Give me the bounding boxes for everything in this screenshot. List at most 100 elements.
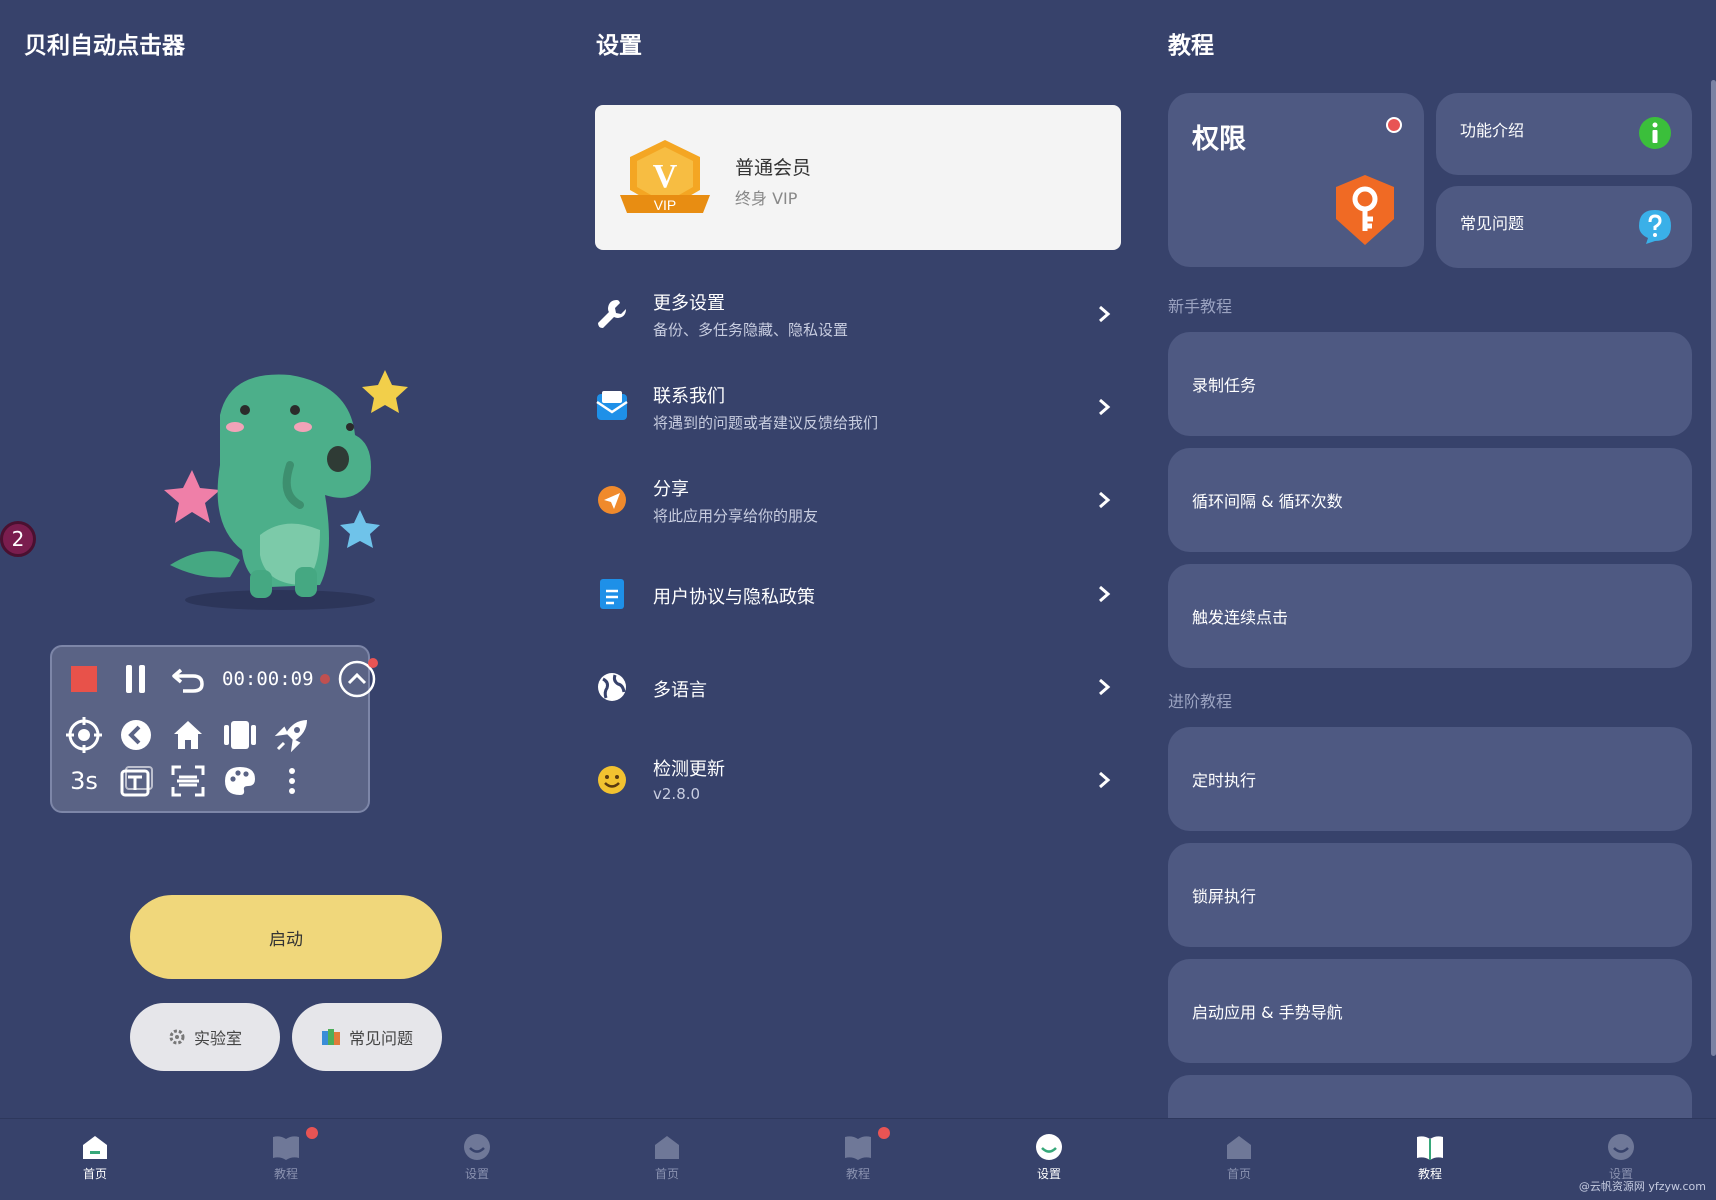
collapse-toggle-button[interactable]	[338, 658, 378, 698]
record-timer: 00:00:09	[222, 668, 314, 690]
nav-label: 教程	[1417, 1167, 1442, 1181]
recent-apps-icon[interactable]	[218, 715, 262, 755]
nav-label: 教程	[273, 1167, 298, 1181]
settings-item-contact-us[interactable]: 联系我们 将遇到的问题或者建议反馈给我们	[595, 368, 1121, 448]
notification-dot	[306, 1127, 318, 1139]
settings-item-title: 用户协议与隐私政策	[653, 587, 815, 608]
svg-text:VIP: VIP	[654, 197, 677, 213]
beginner-section-label: 新手教程	[1168, 297, 1233, 316]
nav-home[interactable]: 首页	[1199, 1133, 1279, 1193]
watermark: @云帆资源网 yfzyw.com	[1578, 1180, 1706, 1193]
settings-item-agreement[interactable]: 用户协议与隐私政策	[595, 555, 1121, 635]
globe-icon	[598, 673, 626, 701]
scan-icon[interactable]	[166, 761, 210, 801]
tutorial-item-partial[interactable]	[1168, 1075, 1692, 1118]
page-title: 设置	[596, 33, 642, 59]
lab-button[interactable]: 实验室	[130, 1003, 280, 1071]
home-tab-icon	[83, 1136, 107, 1159]
tutorial-item[interactable]: 启动应用 & 手势导航	[1168, 959, 1692, 1063]
tutorial-item[interactable]: 定时执行	[1168, 727, 1692, 831]
settings-item-check-update[interactable]: 检测更新 v2.8.0	[595, 741, 1121, 821]
book-tab-icon	[1417, 1136, 1443, 1160]
settings-item-more-settings[interactable]: 更多设置 备份、多任务隐藏、隐私设置	[595, 275, 1121, 355]
chevron-right-icon	[1099, 491, 1111, 509]
nav-label: 设置	[1036, 1167, 1061, 1181]
book-tab-icon	[845, 1136, 871, 1160]
document-icon	[600, 579, 624, 609]
home-tab-icon	[655, 1136, 679, 1159]
faq-card[interactable]: 常见问题	[1436, 186, 1692, 268]
target-icon[interactable]	[62, 715, 106, 755]
text-recognition-icon[interactable]	[114, 761, 158, 801]
tutorial-item[interactable]: 触发连续点击	[1168, 564, 1692, 668]
chevron-right-icon	[1099, 398, 1111, 416]
settings-item-share[interactable]: 分享 将此应用分享给你的朋友	[595, 461, 1121, 541]
nav-home[interactable]: 首页	[55, 1133, 135, 1193]
start-button[interactable]: 启动	[130, 895, 442, 979]
nav-tutorial[interactable]: 教程	[1390, 1133, 1470, 1193]
settings-item-title: 更多设置	[653, 293, 725, 314]
pause-icon[interactable]	[114, 659, 158, 699]
share-icon	[598, 486, 626, 514]
notification-dot	[367, 658, 378, 668]
tutorial-pane: 教程 权限 功能介绍 常见问题 新手教程 录制任务 循环间隔 & 循环次数 触发…	[1144, 0, 1716, 1118]
permission-title: 权限	[1192, 124, 1246, 155]
tutorial-item[interactable]: 录制任务	[1168, 332, 1692, 436]
nav-settings[interactable]: 设置	[437, 1133, 517, 1193]
smile-tab-icon	[1608, 1134, 1634, 1160]
feature-intro-label: 功能介绍	[1460, 121, 1525, 140]
svg-text:V: V	[653, 158, 678, 195]
version-label: v2.8.0	[653, 785, 701, 803]
smile-tab-icon	[1036, 1134, 1062, 1160]
scrollbar[interactable]	[1711, 80, 1716, 1056]
vip-title: 普通会员	[735, 157, 812, 179]
chevron-right-icon	[1099, 678, 1111, 696]
settings-item-subtitle: 将遇到的问题或者建议反馈给我们	[653, 414, 879, 432]
settings-item-language[interactable]: 多语言	[595, 648, 1121, 728]
undo-icon[interactable]	[166, 659, 210, 699]
nav-label: 首页	[654, 1167, 679, 1181]
settings-pane: 设置 V VIP 普通会员 终身 VIP 更多设置 备份、多任务隐藏、隐私设置 …	[572, 0, 1144, 1118]
settings-item-subtitle: 将此应用分享给你的朋友	[653, 507, 819, 525]
settings-item-subtitle: 备份、多任务隐藏、隐私设置	[653, 321, 849, 339]
faq-card-label: 常见问题	[1460, 214, 1525, 233]
nav-tutorial[interactable]: 教程	[246, 1127, 326, 1193]
home-icon[interactable]	[166, 715, 210, 755]
nav-tutorial[interactable]: 教程	[818, 1127, 898, 1193]
nav-home[interactable]: 首页	[627, 1133, 707, 1193]
mail-icon	[596, 391, 628, 420]
dinosaur-illustration	[164, 370, 408, 610]
nav-label: 首页	[1226, 1167, 1251, 1181]
notification-dot	[878, 1127, 890, 1139]
notification-dot	[1386, 117, 1402, 133]
question-icon	[1639, 210, 1671, 244]
stop-icon[interactable]	[62, 659, 106, 699]
feature-intro-card[interactable]: 功能介绍	[1436, 93, 1692, 175]
more-vertical-icon[interactable]	[270, 761, 314, 801]
nav-label: 首页	[82, 1167, 107, 1181]
faq-button[interactable]: 常见问题	[292, 1003, 442, 1071]
permission-card[interactable]: 权限	[1168, 93, 1424, 267]
delay-setting[interactable]: 3s	[62, 761, 106, 801]
page-title: 贝利自动点击器	[24, 33, 185, 59]
vip-subtitle: 终身 VIP	[735, 189, 798, 208]
home-pane: 贝利自动点击器 2 00:00:09 3s 启动 实验室 常见问题	[0, 0, 572, 1118]
settings-item-title: 多语言	[653, 680, 707, 701]
vip-membership-card[interactable]: V VIP 普通会员 终身 VIP	[595, 105, 1121, 250]
books-icon	[321, 1029, 340, 1045]
smile-tab-icon	[464, 1134, 490, 1160]
back-icon[interactable]	[114, 715, 158, 755]
page-title: 教程	[1168, 33, 1214, 59]
tutorial-item[interactable]: 循环间隔 & 循环次数	[1168, 448, 1692, 552]
faq-button-label: 常见问题	[348, 1029, 413, 1048]
permission-shield-icon	[1336, 175, 1394, 245]
nav-settings[interactable]: 设置	[1009, 1133, 1089, 1193]
palette-icon[interactable]	[218, 761, 262, 801]
chevron-right-icon	[1099, 771, 1111, 789]
rocket-icon[interactable]	[270, 715, 314, 755]
nav-label: 教程	[845, 1167, 870, 1181]
side-counter-badge[interactable]: 2	[0, 521, 36, 557]
lab-button-label: 实验室	[193, 1029, 242, 1048]
bottom-navigation: 首页 教程 设置 首页 教程 设置 首页 教程 设置 @云帆资源网 yfzyw.…	[0, 1118, 1716, 1200]
tutorial-item[interactable]: 锁屏执行	[1168, 843, 1692, 947]
